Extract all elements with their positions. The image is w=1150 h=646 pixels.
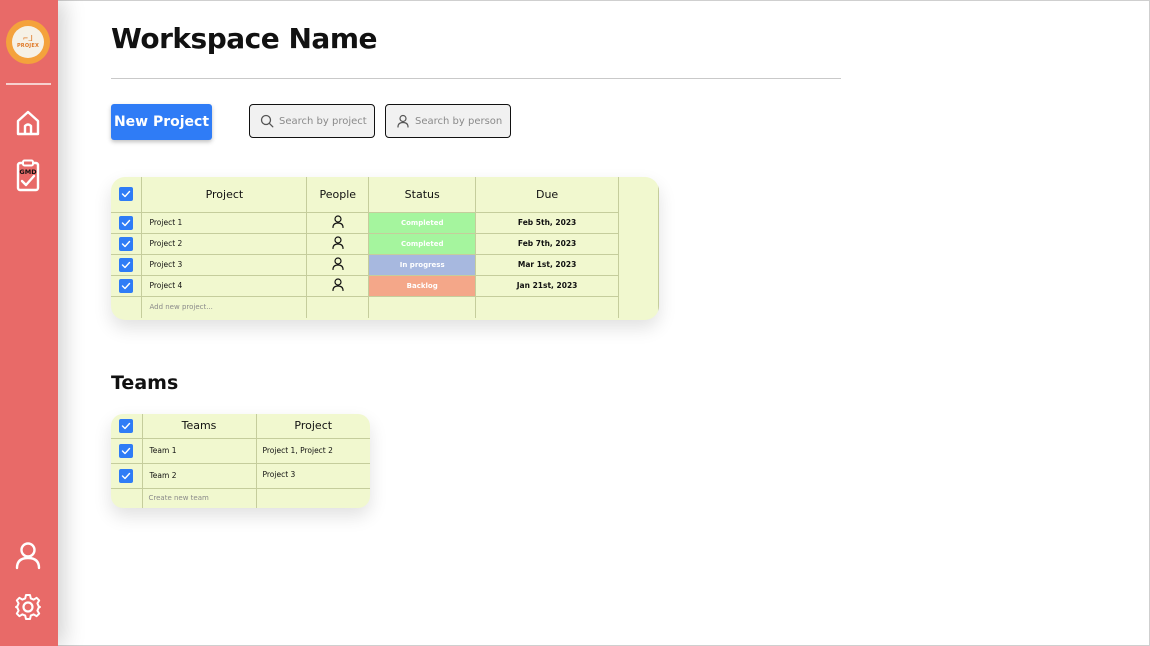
table-row[interactable]: Project 1 Completed Feb 5th, 2023 [111,212,659,234]
column-header-project[interactable]: Project [256,414,370,439]
table-row[interactable]: Project 2 Completed Feb 7th, 2023 [111,233,659,255]
project-name[interactable]: Project 3 [141,254,308,276]
people-cell[interactable] [306,275,370,297]
select-all-cell[interactable] [111,414,143,439]
logo-badge: ⌐ᒧ PROJEX [12,26,44,58]
teams-section-title: Teams [111,372,179,394]
check-icon [122,219,131,226]
row-checkbox[interactable] [119,278,134,293]
person-icon [332,215,344,229]
add-team-placeholder[interactable]: Create new team [142,488,257,508]
page-title: Workspace Name [111,22,378,55]
sidebar-item-profile[interactable] [13,540,43,570]
logo-mark: ⌐ᒧ [23,34,33,43]
search-person-input[interactable] [415,115,510,127]
sidebar-item-tasks[interactable]: GMD [13,159,43,193]
status-badge[interactable]: Backlog [368,275,477,297]
clipboard-icon: GMD [16,159,40,192]
people-cell[interactable] [306,233,370,255]
sidebar-item-home[interactable] [13,108,43,138]
column-header-people[interactable]: People [306,177,370,213]
table-row[interactable]: Project 4 Backlog Jan 21st, 2023 [111,275,659,297]
project-name[interactable]: Project 4 [141,275,308,297]
person-icon [332,236,344,250]
sidebar-divider [6,83,51,85]
check-icon [122,282,131,289]
people-cell[interactable] [306,254,370,276]
row-checkbox[interactable] [119,236,134,251]
add-team-row[interactable]: Create new team [111,488,370,508]
select-all-cell[interactable] [111,177,143,213]
add-project-row[interactable]: Add new project... [111,296,659,318]
table-row[interactable]: Project 3 In progress Mar 1st, 2023 [111,254,659,276]
person-icon [332,257,344,271]
person-icon [332,278,344,292]
project-name[interactable]: Project 1 [141,212,308,234]
teams-table: Teams Project Team 1 Project 1, Project … [111,414,370,508]
team-name[interactable]: Team 2 [142,463,257,489]
check-icon [122,422,131,429]
row-checkbox[interactable] [119,257,134,272]
team-name[interactable]: Team 1 [142,438,257,464]
column-header-project[interactable]: Project [141,177,308,213]
due-date[interactable]: Feb 5th, 2023 [475,212,620,234]
add-project-placeholder[interactable]: Add new project... [141,296,308,318]
clipboard-badge: GMD [19,168,37,176]
check-icon [122,472,131,479]
projects-table-card: Project People Status Due Project 1 Comp… [111,177,659,320]
team-projects[interactable]: Project 3 [256,463,370,489]
new-project-button[interactable]: New Project [111,104,212,140]
status-badge[interactable]: Completed [368,233,477,255]
select-all-checkbox[interactable] [119,418,134,433]
column-header-due[interactable]: Due [475,177,620,213]
check-icon [122,191,131,198]
column-header-extra [618,177,659,212]
logo-text: PROJEX [16,43,40,49]
sidebar-item-settings[interactable] [13,592,43,622]
due-date[interactable]: Feb 7th, 2023 [475,233,620,255]
app-logo[interactable]: ⌐ᒧ PROJEX [6,20,50,64]
row-checkbox[interactable] [119,443,134,458]
check-icon [122,240,131,247]
user-icon [15,542,41,570]
row-checkbox[interactable] [119,215,134,230]
search-by-person[interactable] [385,104,511,138]
check-icon [122,447,131,454]
table-header-row: Project People Status Due [111,177,659,213]
search-by-project[interactable] [249,104,375,138]
people-cell[interactable] [306,212,370,234]
gear-icon [15,594,41,620]
check-icon [122,261,131,268]
table-row[interactable]: Team 2 Project 3 [111,463,370,489]
column-header-status[interactable]: Status [368,177,477,213]
home-icon [16,110,40,136]
project-name[interactable]: Project 2 [141,233,308,255]
search-icon [260,114,274,128]
search-project-input[interactable] [279,115,374,127]
column-header-teams[interactable]: Teams [142,414,257,439]
table-header-row: Teams Project [111,414,370,439]
row-checkbox[interactable] [119,468,134,483]
sidebar: ⌐ᒧ PROJEX GMD [0,0,58,646]
status-badge[interactable]: In progress [368,254,477,276]
teams-table-card: Teams Project Team 1 Project 1, Project … [111,414,370,508]
person-icon [396,114,410,128]
title-divider [111,78,841,79]
status-badge[interactable]: Completed [368,212,477,234]
select-all-checkbox[interactable] [119,187,134,202]
projects-table: Project People Status Due Project 1 Comp… [111,177,659,318]
team-projects[interactable]: Project 1, Project 2 [256,438,370,464]
due-date[interactable]: Jan 21st, 2023 [475,275,620,297]
table-row[interactable]: Team 1 Project 1, Project 2 [111,438,370,464]
due-date[interactable]: Mar 1st, 2023 [475,254,620,276]
